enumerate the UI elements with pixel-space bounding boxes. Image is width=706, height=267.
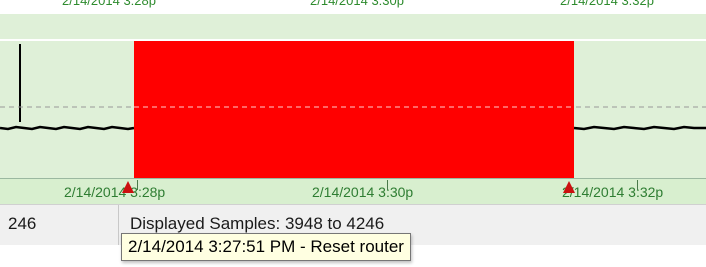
top-time-label: 2/14/2014 3:32p	[560, 0, 654, 8]
axis-label: 2/14/2014 3:28p	[64, 184, 166, 200]
axis-label: 2/14/2014 3:32p	[562, 184, 664, 200]
displayed-samples-text: Displayed Samples: 3948 to 4246	[130, 214, 385, 233]
status-divider	[118, 205, 119, 245]
axis-tick	[637, 180, 638, 190]
axis-tick	[387, 180, 388, 190]
event-tooltip: 2/14/2014 3:27:51 PM - Reset router	[121, 233, 411, 261]
top-time-axis: 2/14/2014 3:28p 2/14/2014 3:30p 2/14/201…	[0, 0, 706, 14]
event-region[interactable]	[134, 41, 574, 178]
time-axis: 2/14/2014 3:28p 2/14/2014 3:30p 2/14/201…	[0, 178, 706, 205]
event-end-marker[interactable]	[563, 181, 575, 193]
event-start-marker[interactable]	[122, 181, 134, 193]
status-left-value: 246	[8, 214, 37, 233]
chart-top-border	[0, 39, 706, 41]
signal-chart[interactable]	[0, 14, 706, 178]
top-time-label: 2/14/2014 3:30p	[310, 0, 404, 8]
top-time-label: 2/14/2014 3:28p	[62, 0, 156, 8]
axis-label: 2/14/2014 3:30p	[312, 184, 414, 200]
axis-tick	[137, 180, 138, 190]
